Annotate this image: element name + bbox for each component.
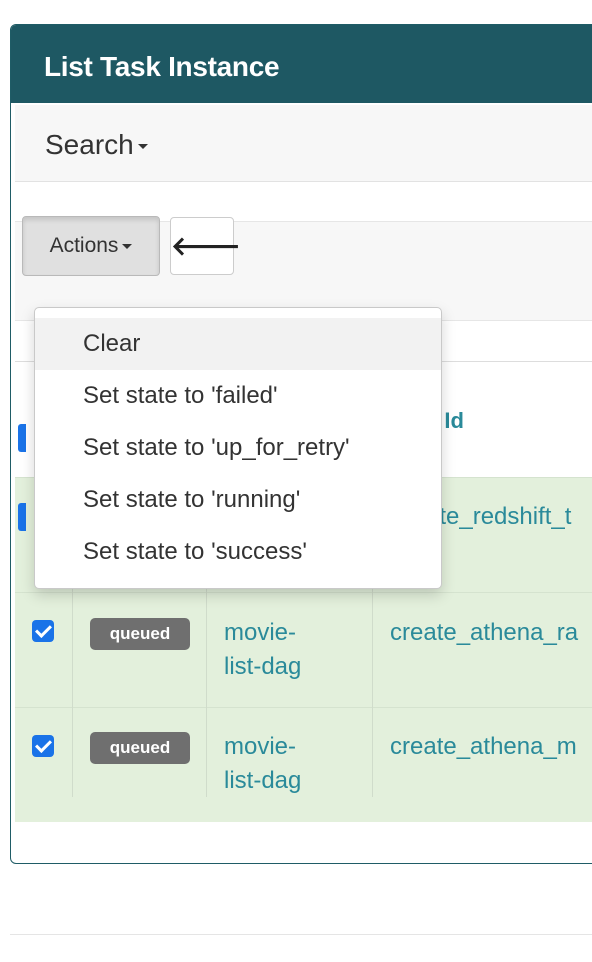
status-badge: queued: [90, 618, 190, 650]
dag-id-line: movie-: [224, 733, 297, 760]
search-bar: Search: [15, 105, 592, 182]
menu-item-label: Set state to 'up_for_retry': [83, 434, 350, 461]
search-label: Search: [45, 129, 134, 160]
menu-item-label: Set state to 'failed': [83, 382, 278, 409]
row-checkbox[interactable]: [18, 503, 26, 531]
row-checkbox[interactable]: [32, 735, 54, 757]
dag-id-link[interactable]: movie- list-dag: [224, 730, 301, 798]
page: List Task Instance Search Actions 🡐 k Id…: [0, 0, 592, 962]
select-all-checkbox[interactable]: [18, 424, 26, 452]
footer-divider: [10, 934, 592, 935]
panel-title: List Task Instance: [44, 51, 280, 82]
task-id-link[interactable]: ate_redshift_t: [426, 500, 571, 534]
status-badge: queued: [90, 732, 190, 764]
menu-item-clear[interactable]: Clear: [35, 318, 441, 370]
menu-item-set-running[interactable]: Set state to 'running': [35, 474, 441, 526]
panel-header: List Task Instance: [11, 25, 592, 103]
row-checkbox[interactable]: [32, 620, 54, 642]
menu-item-label: Clear: [83, 330, 141, 357]
menu-item-label: Set state to 'running': [83, 486, 301, 513]
actions-button[interactable]: Actions: [22, 216, 160, 276]
dag-id-link[interactable]: movie- list-dag: [224, 616, 301, 684]
dag-id-line: list-dag: [224, 653, 302, 680]
search-toggle[interactable]: Search: [45, 129, 148, 161]
menu-item-set-failed[interactable]: Set state to 'failed': [35, 370, 441, 422]
dag-id-line: movie-: [224, 619, 297, 646]
caret-down-icon: [137, 144, 148, 150]
caret-down-icon: [122, 243, 133, 249]
back-button[interactable]: 🡐: [170, 217, 241, 275]
dag-id-line: list-dag: [224, 767, 302, 794]
menu-item-set-success[interactable]: Set state to 'success': [35, 526, 441, 578]
actions-label: Actions: [49, 234, 119, 257]
menu-item-set-up-for-retry[interactable]: Set state to 'up_for_retry': [35, 422, 441, 474]
actions-dropdown-menu: Clear Set state to 'failed' Set state to…: [34, 307, 442, 589]
task-id-link[interactable]: create_athena_m: [390, 730, 577, 764]
task-id-link[interactable]: create_athena_ra: [390, 616, 578, 650]
table-row: [15, 707, 592, 822]
arrow-left-icon: 🡐: [171, 231, 241, 261]
menu-item-label: Set state to 'success': [83, 538, 307, 565]
